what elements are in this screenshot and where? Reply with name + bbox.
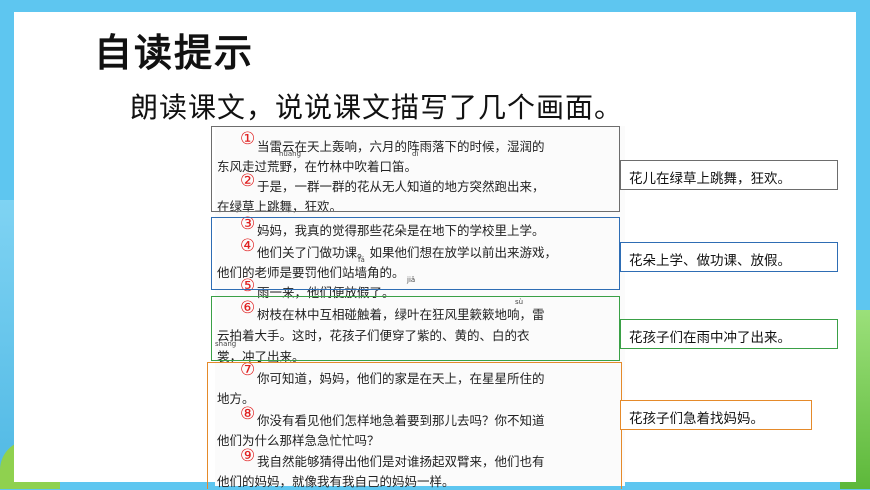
slide-title: 自读提示 [94,31,255,75]
reading-prompt: 朗读课文，说说课文描写了几个画面。 [130,91,624,124]
group-box-1 [211,126,620,212]
group-box-3 [211,296,620,361]
summary-label-4: 花孩子们急着找妈妈。 [620,400,812,430]
summary-label-2: 花朵上学、做功课、放假。 [620,242,838,272]
group-box-4 [207,362,622,489]
group-box-2 [211,217,620,290]
summary-label-1: 花儿在绿草上跳舞，狂欢。 [620,160,838,190]
summary-label-3: 花孩子们在雨中冲了出来。 [620,319,838,349]
